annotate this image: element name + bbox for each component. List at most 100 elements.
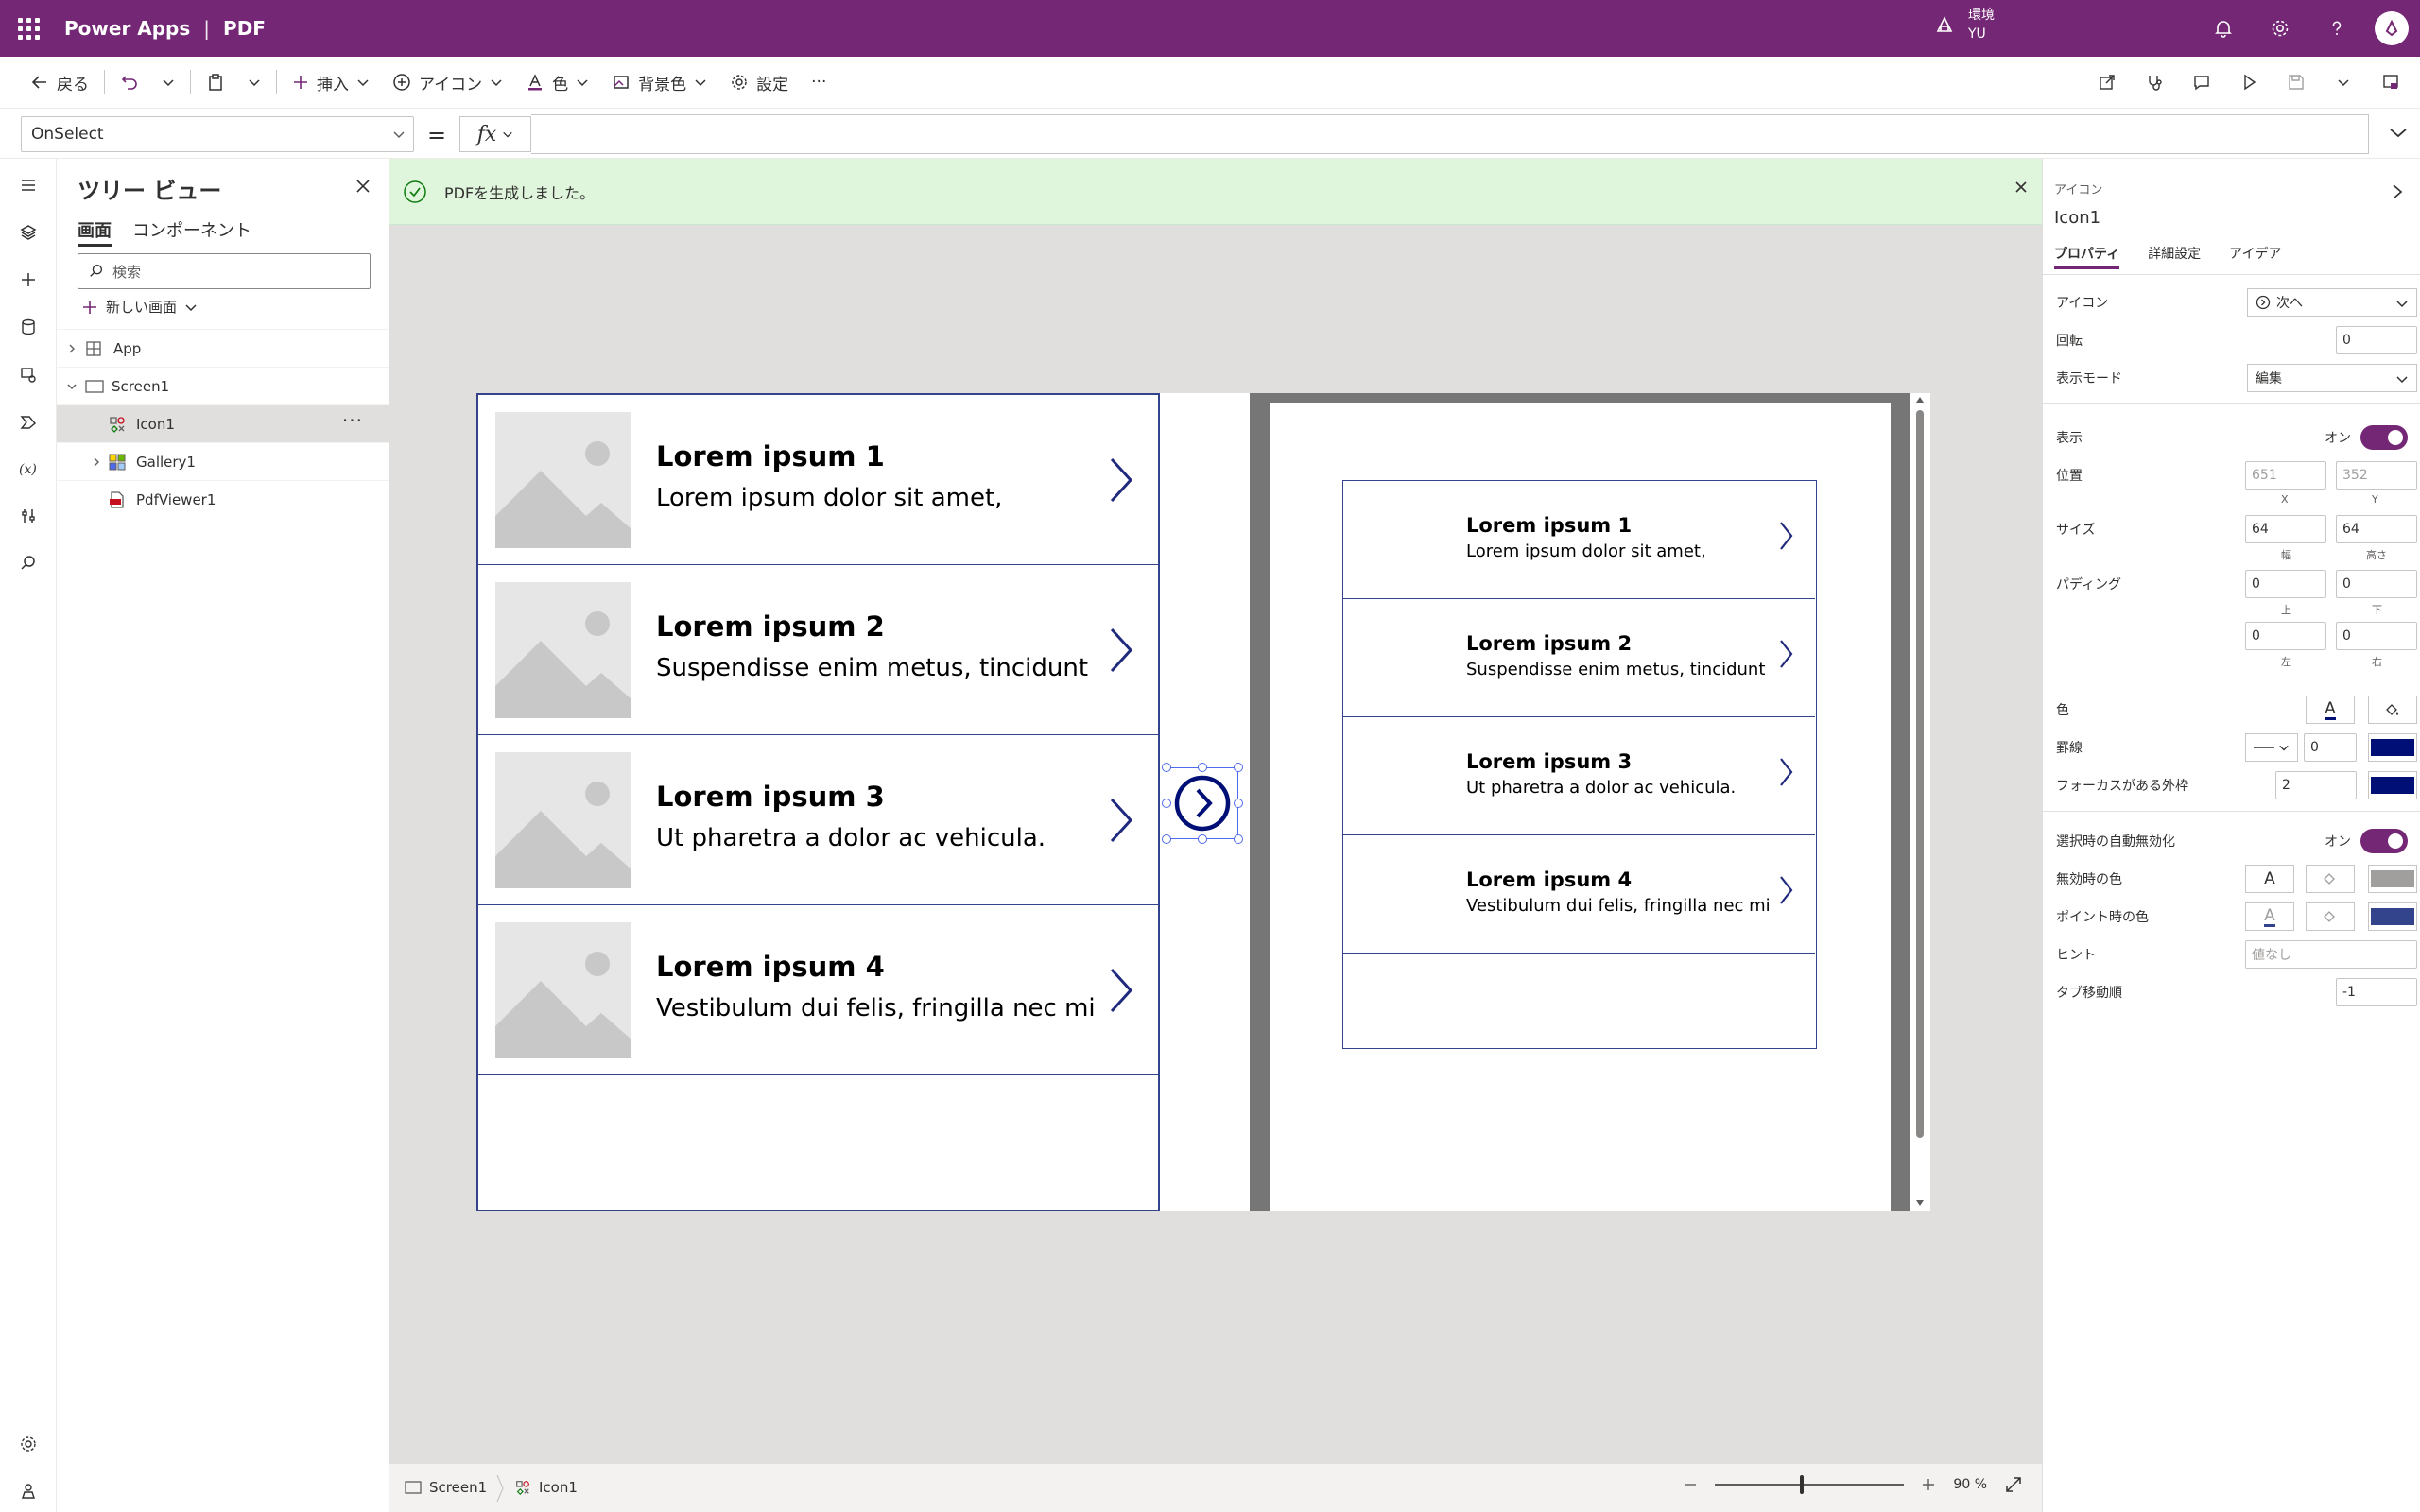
tree-view-layers-icon[interactable] [13, 217, 43, 248]
tab-components[interactable]: コンポーネント [132, 217, 251, 247]
save-dropdown[interactable] [2320, 63, 2367, 101]
search-icon[interactable] [13, 548, 43, 578]
resize-handle[interactable] [1234, 763, 1243, 772]
rotation-input[interactable]: 0 [2336, 326, 2417, 354]
tab-index-input[interactable]: -1 [2336, 978, 2417, 1006]
chevron-right-icon[interactable] [1100, 966, 1138, 1015]
document-title[interactable]: PDF [223, 17, 266, 40]
disabled-text-color-picker[interactable]: A [2245, 865, 2294, 893]
chevron-right-icon[interactable] [1100, 455, 1138, 505]
variables-icon[interactable]: (x) [13, 454, 43, 484]
hover-border-color-picker[interactable] [2368, 902, 2417, 931]
padding-right-input[interactable]: 0 [2336, 622, 2417, 650]
resize-handle[interactable] [1162, 763, 1171, 772]
gallery-item[interactable]: Lorem ipsum 1 Lorem ipsum dolor sit amet… [478, 395, 1158, 565]
visible-toggle[interactable]: オン [2325, 425, 2408, 450]
background-color-button[interactable]: 背景色 [600, 63, 718, 101]
tree-node-gallery1[interactable]: Gallery1 [57, 442, 389, 480]
tooltip-input[interactable]: 値なし [2245, 940, 2417, 969]
fill-color-picker[interactable] [2368, 696, 2417, 724]
settings-gear-icon[interactable] [13, 1429, 43, 1459]
resize-handle[interactable] [1198, 763, 1207, 772]
tree-node-icon1[interactable]: Icon1 ··· [57, 404, 389, 442]
screen1-canvas[interactable]: Lorem ipsum 1 Lorem ipsum dolor sit amet… [476, 393, 1930, 1211]
data-database-icon[interactable] [13, 312, 43, 342]
hover-fill-color-picker[interactable] [2306, 902, 2355, 931]
border-style-dropdown[interactable] [2245, 733, 2298, 762]
breadcrumb-icon1[interactable]: Icon1 [514, 1479, 578, 1496]
chevron-right-icon[interactable] [1100, 626, 1138, 675]
formula-editor[interactable]: Set(gblPDF, PDF(Gallery1, {Size: A4, DPI… [531, 114, 2369, 154]
border-thickness-input[interactable]: 0 [2304, 733, 2357, 762]
resize-handle[interactable] [1162, 834, 1171, 844]
position-x-input[interactable]: 651 [2245, 461, 2326, 490]
close-icon[interactable] [2014, 180, 2029, 195]
function-button[interactable]: fx [459, 116, 531, 152]
tree-search-input[interactable]: 検索 [78, 253, 371, 289]
padding-left-input[interactable]: 0 [2245, 622, 2326, 650]
help-icon[interactable] [2308, 0, 2365, 57]
gallery-item[interactable]: Lorem ipsum 2 Suspendisse enim metus, ti… [478, 565, 1158, 735]
resize-handle[interactable] [1234, 834, 1243, 844]
settings-gear-icon[interactable] [2252, 0, 2308, 57]
tree-node-screen1[interactable]: Screen1 [57, 367, 389, 404]
expand-formula-chevron-icon[interactable] [2388, 122, 2409, 143]
insert-plus-icon[interactable] [13, 265, 43, 295]
notifications-icon[interactable] [2195, 0, 2252, 57]
environment-picker[interactable]: 環境 YU [1934, 6, 1995, 43]
new-screen-button[interactable]: 新しい画面 [81, 297, 198, 317]
hamburger-menu-icon[interactable] [13, 170, 43, 200]
preview-button[interactable] [2225, 63, 2273, 101]
chevron-right-icon[interactable] [91, 456, 102, 468]
focus-thickness-input[interactable]: 2 [2275, 771, 2357, 799]
scroll-up-arrow-icon[interactable] [1915, 395, 1925, 404]
pdf-scrollbar[interactable] [1910, 393, 1930, 1211]
tab-ideas[interactable]: アイデア [2229, 244, 2281, 269]
fit-to-window-icon[interactable] [2004, 1475, 2023, 1494]
zoom-out-minus-icon[interactable] [1683, 1477, 1698, 1492]
chevron-right-icon[interactable] [2390, 183, 2405, 200]
publish-button[interactable] [2367, 63, 2414, 101]
autodisable-toggle[interactable]: オン [2325, 829, 2408, 853]
gallery-item[interactable]: Lorem ipsum 3 Ut pharetra a dolor ac veh… [478, 735, 1158, 905]
zoom-slider-thumb[interactable] [1800, 1475, 1805, 1494]
more-options-icon[interactable]: ··· [342, 409, 363, 432]
insert-button[interactable]: 挿入 [281, 63, 381, 101]
icon-dropdown[interactable]: 次へ [2247, 288, 2417, 317]
advanced-tools-icon[interactable] [13, 501, 43, 531]
icon-button[interactable]: アイコン [381, 63, 514, 101]
color-button[interactable]: 色 [514, 63, 600, 101]
toggle-switch[interactable] [2360, 425, 2408, 450]
zoom-slider[interactable] [1715, 1475, 1905, 1494]
app-checker-button[interactable] [2131, 63, 2178, 101]
pdfviewer1[interactable]: Lorem ipsum 1 Lorem ipsum dolor sit amet… [1250, 393, 1930, 1211]
tab-screens[interactable]: 画面 [78, 217, 112, 247]
padding-top-input[interactable]: 0 [2245, 570, 2326, 598]
app-launcher-icon[interactable] [0, 0, 57, 57]
back-button[interactable]: 戻る [19, 63, 100, 101]
settings-button[interactable]: 設定 [718, 63, 800, 101]
border-color-picker[interactable] [2368, 733, 2417, 762]
user-avatar[interactable] [2375, 11, 2409, 45]
chevron-right-icon[interactable] [1100, 796, 1138, 845]
chevron-right-icon[interactable] [66, 343, 78, 354]
hover-text-color-picker[interactable]: A [2245, 902, 2294, 931]
property-dropdown[interactable]: OnSelect [21, 116, 414, 152]
resize-handle[interactable] [1162, 799, 1171, 808]
undo-button[interactable] [109, 63, 150, 101]
scrollbar-thumb[interactable] [1916, 410, 1924, 1138]
save-button[interactable] [2273, 63, 2320, 101]
comments-button[interactable] [2178, 63, 2225, 101]
share-button[interactable] [2083, 63, 2131, 101]
chevron-down-icon[interactable] [66, 381, 78, 392]
tree-node-pdfviewer1[interactable]: PdfViewer1 [57, 480, 389, 518]
redo-dropdown[interactable] [150, 63, 186, 101]
gallery-item[interactable]: Lorem ipsum 4 Vestibulum dui felis, frin… [478, 905, 1158, 1075]
close-icon[interactable] [354, 178, 372, 195]
virtual-agent-icon[interactable] [13, 1476, 43, 1506]
width-input[interactable]: 64 [2245, 515, 2326, 543]
power-automate-icon[interactable] [13, 406, 43, 437]
media-icon[interactable] [13, 359, 43, 389]
height-input[interactable]: 64 [2336, 515, 2417, 543]
gallery1[interactable]: Lorem ipsum 1 Lorem ipsum dolor sit amet… [476, 393, 1160, 1211]
